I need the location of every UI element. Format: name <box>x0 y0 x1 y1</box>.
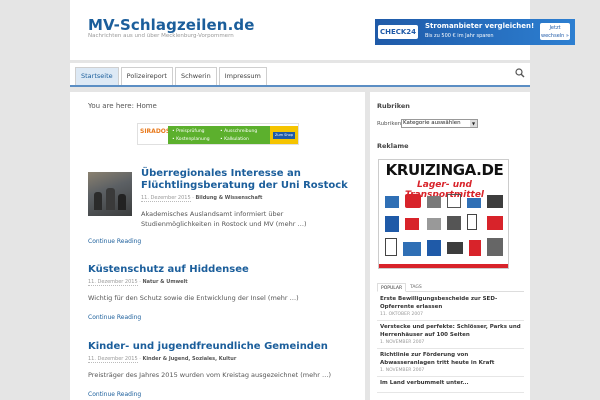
ad-brand-logo: CHECK24 <box>378 25 418 39</box>
ad-brand-logo: SIRADOS <box>140 128 171 135</box>
popular-title[interactable]: Im Land verbummelt unter... <box>380 380 521 388</box>
continue-reading-link[interactable]: Continue Reading <box>88 391 353 398</box>
nav-item-startseite[interactable]: Startseite <box>75 67 119 85</box>
ad-feature: • Kostenplanung <box>172 137 210 142</box>
ad-feature: • Kalkulation <box>220 137 249 142</box>
post-item: Küstenschutz auf Hiddensee 11. Dezember … <box>88 264 353 321</box>
post-date: 11. Dezember 2015 <box>88 356 138 363</box>
widget-title-rubriken: Rubriken <box>377 102 410 110</box>
ad-feature: • Preisprüfung <box>172 129 205 134</box>
post-categories[interactable]: Natur & Umwelt <box>142 279 187 285</box>
post-title[interactable]: Küstenschutz auf Hiddensee <box>88 264 353 276</box>
post-meta: 11. Dezember 2015 · Bildung & Wissenscha… <box>141 195 263 202</box>
ad-feature: • Ausschreibung <box>220 129 258 134</box>
post-title[interactable]: Kinder- und jugendfreundliche Gemeinden <box>88 341 353 353</box>
popular-date: 1. NOVEMBER 2007 <box>380 368 425 373</box>
site-header: MV-Schlagzeilen.de Nachrichten aus und ü… <box>70 0 575 60</box>
post-categories[interactable]: Bildung & Wissenschaft <box>195 195 262 201</box>
site-description: Nachrichten aus und über Mecklenburg-Vor… <box>88 33 234 39</box>
ad-subline: Bis zu 500 € im Jahr sparen <box>425 33 494 39</box>
popular-title[interactable]: Erste Bewilligungsbescheide zur SED-Opfe… <box>380 296 521 311</box>
post-meta: 11. Dezember 2015 · Natur & Umwelt <box>88 279 188 286</box>
ad-cta-button[interactable]: Jetzt wechseln » <box>540 23 570 40</box>
list-item[interactable]: Verstecke und perfekte: Schlösser, Parks… <box>377 321 524 349</box>
post-excerpt: Wichtig für den Schutz sowie die Entwick… <box>88 294 299 302</box>
rubriken-label: Rubriken <box>377 121 402 127</box>
search-icon[interactable] <box>515 68 525 78</box>
list-item[interactable]: Im Land verbummelt unter... <box>377 377 524 393</box>
popular-date: 1. NOVEMBER 2007 <box>380 340 425 345</box>
widget-title-reklame: Reklame <box>377 142 409 150</box>
ad-feature-panel: • Preisprüfung • Ausschreibung • Kostenp… <box>168 126 270 144</box>
list-item[interactable]: Erste Bewilligungsbescheide zur SED-Opfe… <box>377 293 524 321</box>
breadcrumb: You are here: Home <box>88 102 157 110</box>
continue-reading-link[interactable]: Continue Reading <box>88 238 141 245</box>
ad-bottom-bar <box>379 264 508 268</box>
ad-shop-panel: Zum Shop <box>270 126 298 144</box>
ad-product-images <box>383 192 506 262</box>
tab-popular[interactable]: POPULAR <box>377 283 407 292</box>
list-item[interactable]: Richtlinie zur Förderung von Abwasseranl… <box>377 349 524 377</box>
popular-title[interactable]: Verstecke und perfekte: Schlösser, Parks… <box>380 324 521 339</box>
category-select-value: Kategorie auswählen <box>403 120 461 126</box>
nav-item-impressum[interactable]: Impressum <box>218 67 267 85</box>
category-select[interactable]: Kategorie auswählen ▼ <box>401 119 478 128</box>
post-thumbnail[interactable] <box>88 172 132 216</box>
header-banner-ad[interactable]: CHECK24 Stromanbieter vergleichen! Bis z… <box>375 19 575 45</box>
ad-headline: Stromanbieter vergleichen! <box>425 22 535 30</box>
post-title[interactable]: Überregionales Interesse an Flüchtlingsb… <box>141 168 351 192</box>
content-banner-ad[interactable]: SIRADOS • Preisprüfung • Ausschreibung •… <box>137 123 299 145</box>
ad-shop-button[interactable]: Zum Shop <box>273 132 295 139</box>
popular-title[interactable]: Richtlinie zur Förderung von Abwasseranl… <box>380 352 521 367</box>
nav-item-polizeireport[interactable]: Polizeireport <box>120 67 173 85</box>
post-categories[interactable]: Kinder & Jugend, Soziales, Kultur <box>142 356 236 362</box>
post-date: 11. Dezember 2015 <box>141 195 191 202</box>
popular-date: 11. OKTOBER 2007 <box>380 312 423 317</box>
site-title[interactable]: MV-Schlagzeilen.de <box>88 16 255 34</box>
main-navigation: Startseite Polizeireport Schwerin Impres… <box>70 63 530 87</box>
chevron-down-icon: ▼ <box>470 120 477 127</box>
content-area: You are here: Home SIRADOS • Preisprüfun… <box>70 92 365 400</box>
tab-tags[interactable]: TAGS <box>407 283 425 292</box>
continue-reading-link[interactable]: Continue Reading <box>88 314 353 321</box>
popular-list: Erste Bewilligungsbescheide zur SED-Opfe… <box>377 293 524 393</box>
kruizinga-banner-ad[interactable]: KRUIZINGA.DE Lager- und Transportmittel <box>378 159 509 269</box>
post-date: 11. Dezember 2015 <box>88 279 138 286</box>
nav-item-schwerin[interactable]: Schwerin <box>174 67 217 85</box>
post-excerpt: Akademisches Auslandsamt informiert über… <box>141 210 307 228</box>
page: MV-Schlagzeilen.de Nachrichten aus und ü… <box>0 0 600 400</box>
post-meta: 11. Dezember 2015 · Kinder & Jugend, Soz… <box>88 356 237 363</box>
post-excerpt: Preisträger des Jahres 2015 wurden vom K… <box>88 371 332 379</box>
ad-title: KRUIZINGA.DE <box>385 161 504 179</box>
post-item: Kinder- und jugendfreundliche Gemeinden … <box>88 341 353 398</box>
sidebar: Rubriken Rubriken Kategorie auswählen ▼ … <box>370 92 530 400</box>
popular-tags-tabs: POPULAR TAGS <box>377 283 524 292</box>
